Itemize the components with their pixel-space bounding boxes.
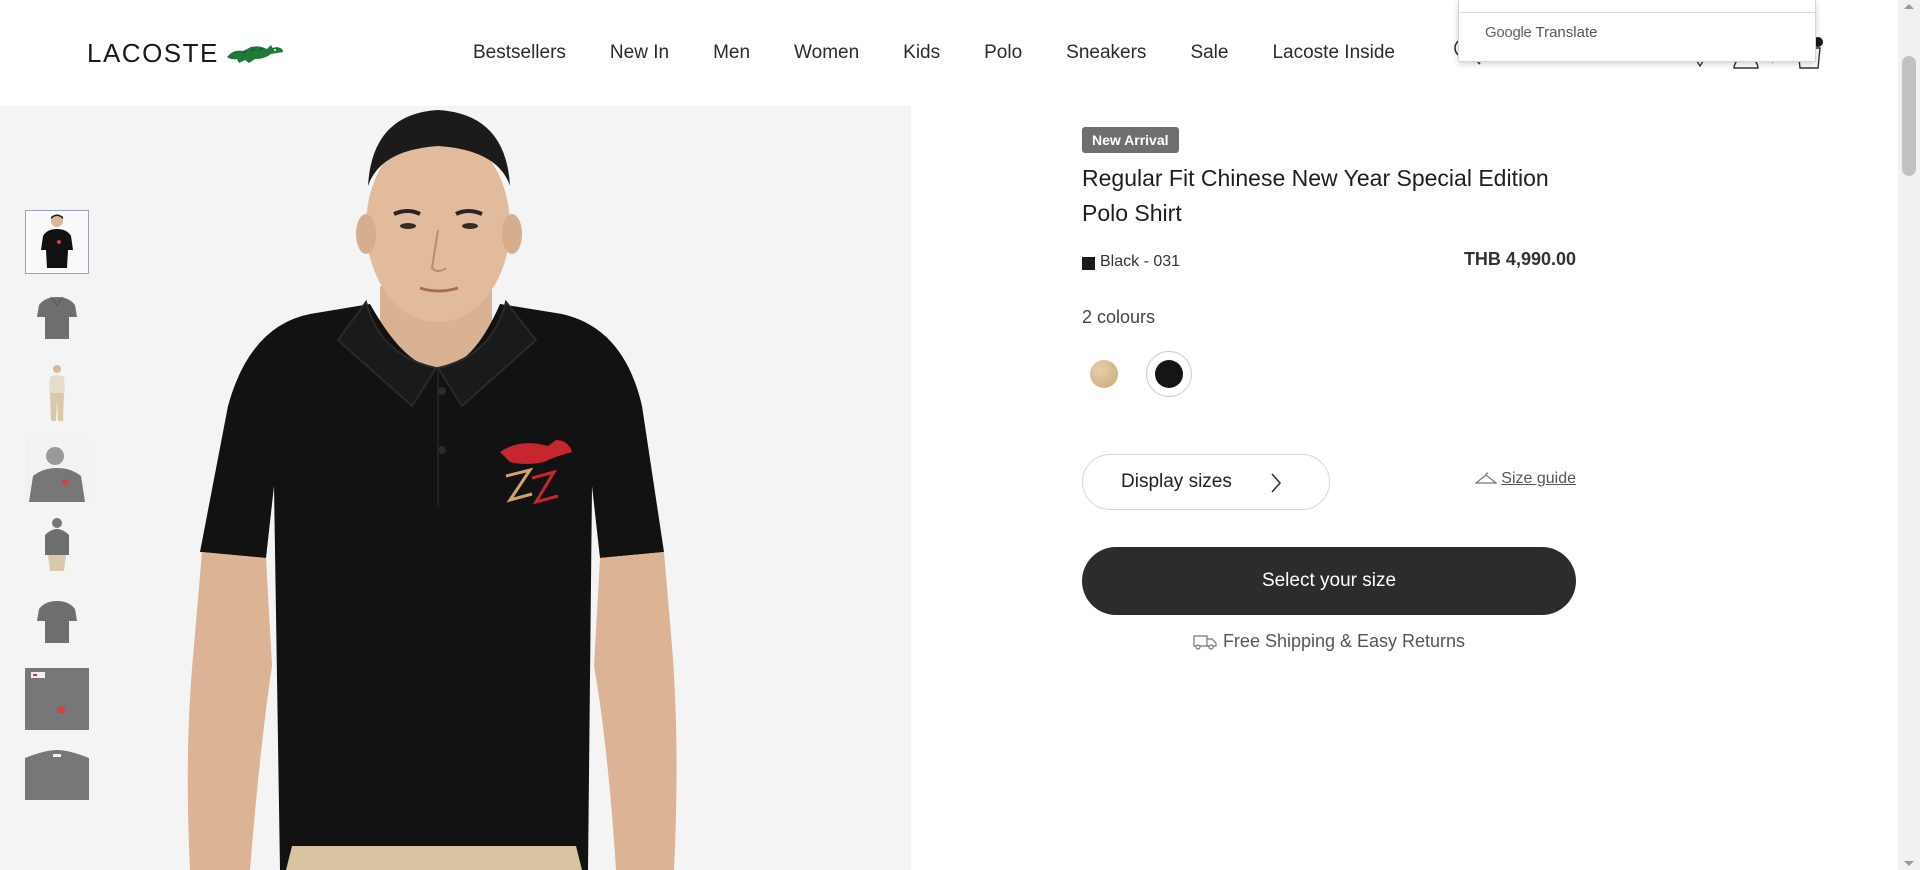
scroll-thumb[interactable] — [1902, 56, 1916, 176]
swatch-black[interactable] — [1155, 360, 1183, 388]
color-swatches — [1082, 350, 1576, 398]
display-sizes-button[interactable]: Display sizes — [1082, 454, 1330, 510]
google-translate-label: Google Translate — [1485, 24, 1597, 41]
lacoste-logo[interactable]: LACOSTE — [87, 38, 285, 69]
truck-icon — [1193, 634, 1217, 650]
thumbnail-8[interactable] — [25, 742, 89, 806]
select-size-label: Select your size — [1261, 570, 1397, 591]
nav-item-sale[interactable]: Sale — [1190, 42, 1228, 64]
thumbnail-list — [25, 210, 89, 818]
thumbnail-5[interactable] — [25, 514, 89, 578]
thumbnail-3[interactable] — [25, 362, 89, 426]
product-gallery — [0, 106, 911, 870]
nav-item-men[interactable]: Men — [713, 42, 750, 64]
product-title: Regular Fit Chinese New Year Special Edi… — [1082, 165, 1549, 226]
thumb-polo-flat — [37, 296, 77, 339]
main-nav: Bestsellers New In Men Women Kids Polo S… — [473, 42, 1395, 64]
popup-divider — [1459, 12, 1815, 13]
nav-item-women[interactable]: Women — [794, 42, 859, 64]
thumb-polo-back — [37, 601, 77, 643]
product-meta: Black - 031 THB 4,990.00 — [1082, 249, 1576, 279]
selected-color-name: Black - 031 — [1100, 253, 1181, 270]
main-product-image — [187, 110, 677, 870]
crocodile-icon — [226, 44, 283, 63]
google-translate-popup[interactable]: Google Translate — [1458, 0, 1816, 62]
select-size-button[interactable]: Select your size — [1082, 547, 1576, 615]
swatch-beige[interactable] — [1090, 360, 1118, 388]
colours-count: 2 colours — [1082, 307, 1156, 327]
page-scrollbar[interactable] — [1898, 0, 1920, 870]
scroll-down-arrow[interactable] — [1904, 861, 1914, 866]
logo-text: LACOSTE — [87, 38, 219, 68]
thumbnail-7[interactable] — [25, 666, 89, 730]
shipping-info: Free Shipping & Easy Returns — [1082, 631, 1576, 652]
thumbnail-6[interactable] — [25, 590, 89, 654]
nav-item-bestsellers[interactable]: Bestsellers — [473, 42, 566, 64]
thumb-model-back — [45, 518, 69, 571]
product-info: New Arrival Regular Fit Chinese New Year… — [1082, 127, 1576, 652]
nav-item-new-in[interactable]: New In — [610, 42, 669, 64]
sizes-row: Display sizes Size guide — [1082, 454, 1576, 510]
thumb-model-beige — [49, 365, 65, 421]
thumb-polo-detail — [25, 668, 89, 730]
new-arrival-badge: New Arrival — [1082, 127, 1179, 153]
product-price: THB 4,990.00 — [1463, 249, 1576, 269]
size-guide-link[interactable]: Size guide — [1475, 470, 1576, 488]
nav-item-sneakers[interactable]: Sneakers — [1066, 42, 1146, 64]
scroll-up-arrow[interactable] — [1904, 4, 1914, 9]
nav-item-kids[interactable]: Kids — [903, 42, 940, 64]
thumb-polo-collar — [25, 750, 89, 800]
thumb-model-side — [25, 438, 89, 502]
display-sizes-label: Display sizes — [1121, 471, 1232, 492]
thumbnail-1[interactable] — [25, 210, 89, 274]
thumbnail-4[interactable] — [25, 438, 89, 502]
thumbnail-2[interactable] — [25, 286, 89, 350]
size-guide-label: Size guide — [1501, 470, 1576, 487]
nav-item-polo[interactable]: Polo — [984, 42, 1022, 64]
thumb-model-front — [41, 214, 73, 268]
nav-item-lacoste-inside[interactable]: Lacoste Inside — [1272, 42, 1395, 64]
shipping-label: Free Shipping & Easy Returns — [1222, 631, 1466, 651]
swatch-black-selected-ring[interactable] — [1146, 351, 1192, 397]
hanger-icon — [1475, 472, 1498, 484]
color-square-icon — [1082, 257, 1095, 270]
translate-text: Translate — [1535, 24, 1598, 41]
google-wordmark: Google — [1485, 24, 1532, 41]
chevron-right-icon — [1271, 473, 1282, 493]
